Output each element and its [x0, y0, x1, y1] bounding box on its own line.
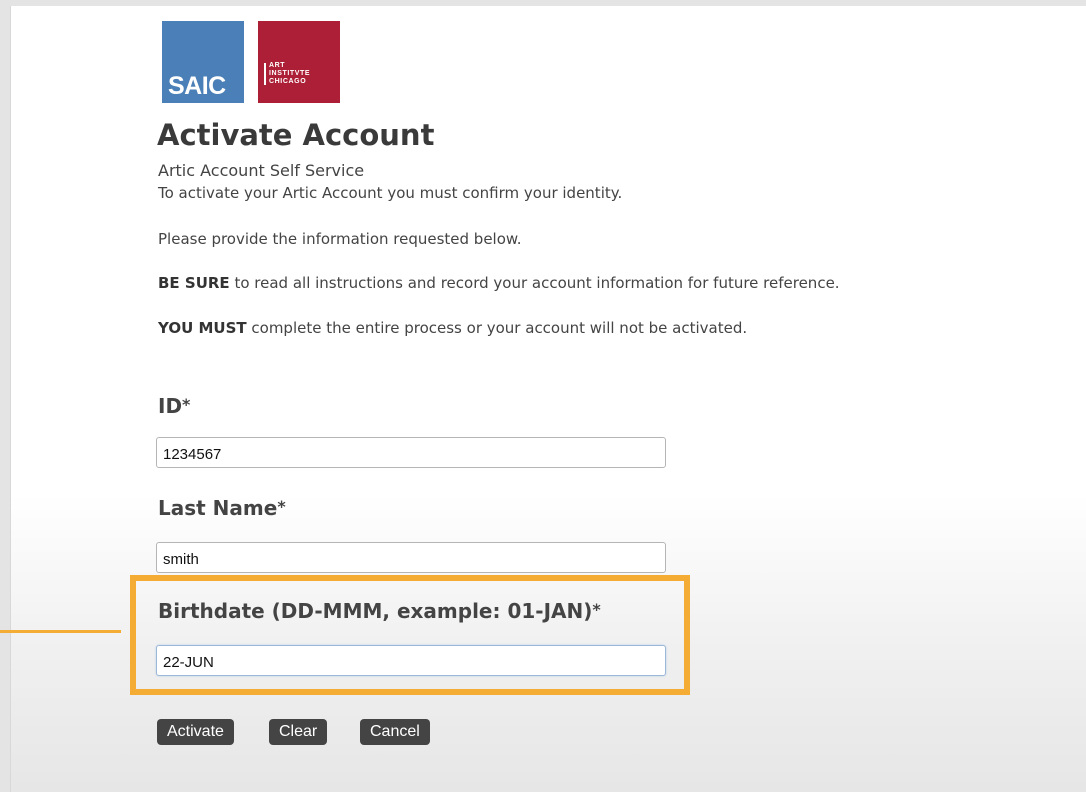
cancel-button[interactable]: Cancel [360, 719, 430, 745]
logo-mark [264, 63, 266, 85]
instruction-you-must: YOU MUST complete the entire process or … [158, 319, 748, 337]
last-name-label: Last Name* [158, 496, 286, 520]
saic-logo-text: SAIC [168, 72, 226, 100]
last-name-input[interactable] [156, 542, 666, 573]
saic-logo[interactable]: SAIC [162, 21, 244, 103]
instruction-be-sure: BE SURE to read all instructions and rec… [158, 274, 840, 292]
instruction-confirm-identity: To activate your Artic Account you must … [158, 184, 623, 202]
page-container: SAIC ART INSTITVTE CHICAGO Activate Acco… [10, 6, 1086, 792]
instruction-provide-info: Please provide the information requested… [158, 230, 522, 248]
page-title: Activate Account [157, 118, 435, 152]
id-label: ID* [158, 394, 191, 418]
art-institute-logo[interactable]: ART INSTITVTE CHICAGO [258, 21, 340, 103]
clear-button[interactable]: Clear [269, 719, 328, 745]
id-input[interactable] [156, 437, 666, 468]
highlight-connector-line [0, 630, 121, 633]
art-institute-logo-text: ART INSTITVTE CHICAGO [269, 62, 311, 85]
birthdate-highlight-box [130, 575, 690, 695]
activate-button[interactable]: Activate [157, 719, 234, 745]
page-subtitle: Artic Account Self Service [158, 161, 365, 180]
